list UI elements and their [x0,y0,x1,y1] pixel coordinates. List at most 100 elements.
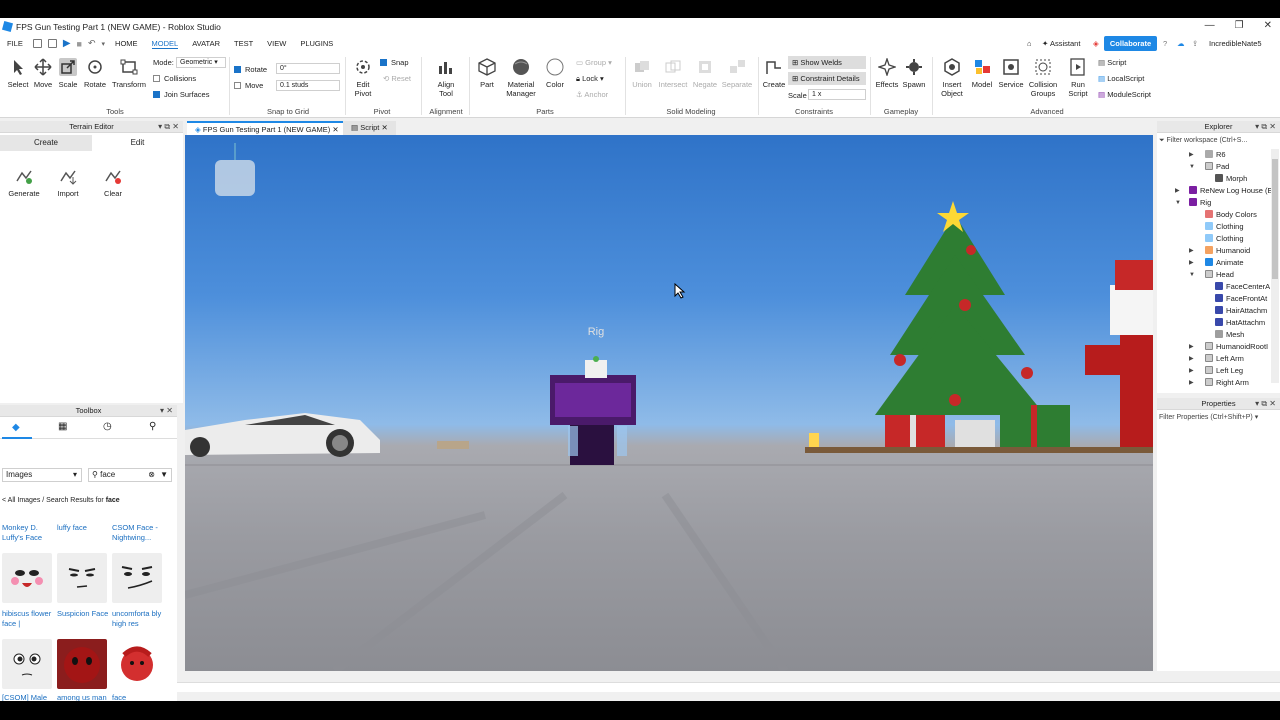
tab-script[interactable]: ▤ Script ✕ [343,121,396,135]
properties-controls[interactable]: ▾ ⧉ ✕ [1255,398,1276,410]
menu-file[interactable]: FILE [7,39,23,48]
rotate-tool[interactable]: Rotate [82,56,108,89]
transform-tool[interactable]: Transform [110,56,148,89]
rig-character[interactable] [550,356,636,465]
toolbox-item-thumbnail[interactable] [2,553,52,603]
constraint-scale-field[interactable]: 1 x [808,89,866,100]
toolbox-controls[interactable]: ▾ ✕ [160,405,173,417]
reset-pivot-button[interactable]: ⟲ Reset [383,74,411,83]
clear-button[interactable]: Clear [96,165,130,198]
local-script-button[interactable]: ▤ LocalScript [1098,74,1144,83]
collisions-checkbox[interactable]: Collisions [153,74,196,83]
show-welds-toggle[interactable]: ⊞ Show Welds [788,56,866,69]
tree-item[interactable]: FaceFrontAt [1157,293,1271,305]
service-button[interactable]: Service [997,56,1025,89]
car-model[interactable] [185,413,380,457]
union-button[interactable]: Union [630,56,654,89]
tree-item[interactable]: ▶ R6 [1157,149,1271,161]
toolbox-breadcrumb[interactable]: < All Images / Search Results for face [2,497,120,504]
tree-item[interactable]: ▼ Head [1157,269,1271,281]
clear-search-icon[interactable]: ⊗ [148,469,155,481]
explorer-scrollbar[interactable] [1271,149,1279,383]
module-script-button[interactable]: ▤ ModuleScript [1098,90,1151,99]
menu-view[interactable]: VIEW [267,39,286,48]
toolbox-item-thumbnail[interactable] [112,639,162,689]
join-surfaces-checkbox[interactable]: Join Surfaces [153,90,209,99]
mode-dropdown[interactable]: Geometric ▾ [176,57,226,68]
group-button[interactable]: ▭ Group ▾ [576,58,612,67]
create-constraint-button[interactable]: Create [762,56,786,89]
tree-item[interactable]: Body Colors [1157,209,1271,221]
intersect-button[interactable]: Intersect [658,56,688,89]
menu-home[interactable]: HOME [115,39,138,48]
spawn-button[interactable]: Spawn [902,56,926,89]
toolbox-item-title[interactable]: among us man face [57,693,109,701]
tree-item[interactable]: ▶ Left Leg [1157,365,1271,377]
maximize-icon[interactable]: ❐ [1235,20,1244,31]
toolbox-item-thumbnail[interactable] [57,553,107,603]
anchor-button[interactable]: ⚓︎ Anchor [576,90,608,99]
toolbox-item-thumbnail[interactable] [2,639,52,689]
insert-object-button[interactable]: Insert Object [937,56,967,98]
tree-item[interactable]: HairAttachm [1157,305,1271,317]
tree-item[interactable]: FaceCenterA [1157,281,1271,293]
rotate-increment-field[interactable]: 0° [276,63,340,74]
share-icon[interactable]: ◈ [1093,39,1099,48]
tree-item[interactable]: ▶ Humanoid [1157,245,1271,257]
marketplace-icon[interactable]: ◆ [12,422,20,433]
tree-item[interactable]: Clothing [1157,233,1271,245]
generate-button[interactable]: Generate [4,165,44,198]
toolbox-item-title[interactable]: Monkey D. Luffy's Face [2,523,54,543]
effects-button[interactable]: Effects [874,56,900,89]
minimize-icon[interactable]: — [1205,20,1215,31]
toolbox-item-thumbnail[interactable] [112,553,162,603]
menu-test[interactable]: TEST [234,39,253,48]
lock-button[interactable]: 🔒︎ Lock ▾ [576,74,604,84]
assistant-button[interactable]: ✦ Assistant [1042,39,1080,48]
toolbox-item-title[interactable]: face [112,693,164,701]
cloud-icon[interactable]: ☁ [1177,39,1185,48]
material-manager-button[interactable]: Material Manager [504,56,538,98]
select-tool[interactable]: Select [6,56,30,89]
username[interactable]: IncredibleNate5 [1209,39,1262,48]
tree-item[interactable]: Mesh [1157,329,1271,341]
scale-tool[interactable]: Scale [56,56,80,89]
menu-model[interactable]: MODEL [151,39,179,49]
tree-item[interactable]: Morph [1157,173,1271,185]
collision-groups-button[interactable]: Collision Groups [1027,56,1059,98]
close-tab-icon[interactable]: ✕ [332,125,338,134]
move-tool[interactable]: Move [31,56,55,89]
help-icon[interactable]: ? [1163,39,1167,48]
toolbox-item-title[interactable]: uncomforta bly high res [112,609,164,629]
tree-item[interactable]: ▼ Pad [1157,161,1271,173]
close-window-icon[interactable]: ✕ [1264,20,1272,31]
tree-item[interactable]: ▶ Animate [1157,257,1271,269]
toolbox-item-title[interactable]: Suspicion Face [57,609,109,619]
rotate-snap-checkbox[interactable]: Rotate [234,65,267,74]
terrain-tab-edit[interactable]: Edit [92,135,183,151]
move-increment-field[interactable]: 0.1 studs [276,80,340,91]
new-file-icon[interactable] [32,39,42,48]
toolbox-item-thumbnail[interactable] [57,639,107,689]
open-file-icon[interactable] [47,39,57,48]
edit-pivot-button[interactable]: Edit Pivot [348,56,378,98]
view-cube-icon[interactable] [215,143,255,196]
move-snap-checkbox[interactable]: Move [234,81,263,90]
toolbox-item-title[interactable]: CSOM Face - Nightwing... [112,523,164,543]
command-bar[interactable] [177,682,1280,692]
stop-icon[interactable]: ■ [77,39,82,49]
play-icon[interactable]: ▶ [63,38,71,49]
christmas-tree[interactable] [875,201,1045,415]
import-button[interactable]: Import [50,165,86,198]
share-people-icon[interactable]: ⇪ [1192,39,1198,48]
creations-pin-icon[interactable]: ⚲ [149,421,156,432]
redo-icon[interactable]: ▾ [102,40,106,48]
constraint-details-toggle[interactable]: ⊞ Constraint Details [788,72,866,85]
snap-checkbox[interactable]: Snap [380,58,409,67]
toolbox-search-input[interactable]: ⚲ face ⊗ ▼ [88,468,172,482]
filter-icon[interactable]: ▼ [160,469,168,481]
negate-button[interactable]: Negate [692,56,718,89]
color-button[interactable]: Color [543,56,567,89]
run-script-button[interactable]: Run Script [1063,56,1093,98]
tree-item[interactable]: ▶ HumanoidRootI [1157,341,1271,353]
